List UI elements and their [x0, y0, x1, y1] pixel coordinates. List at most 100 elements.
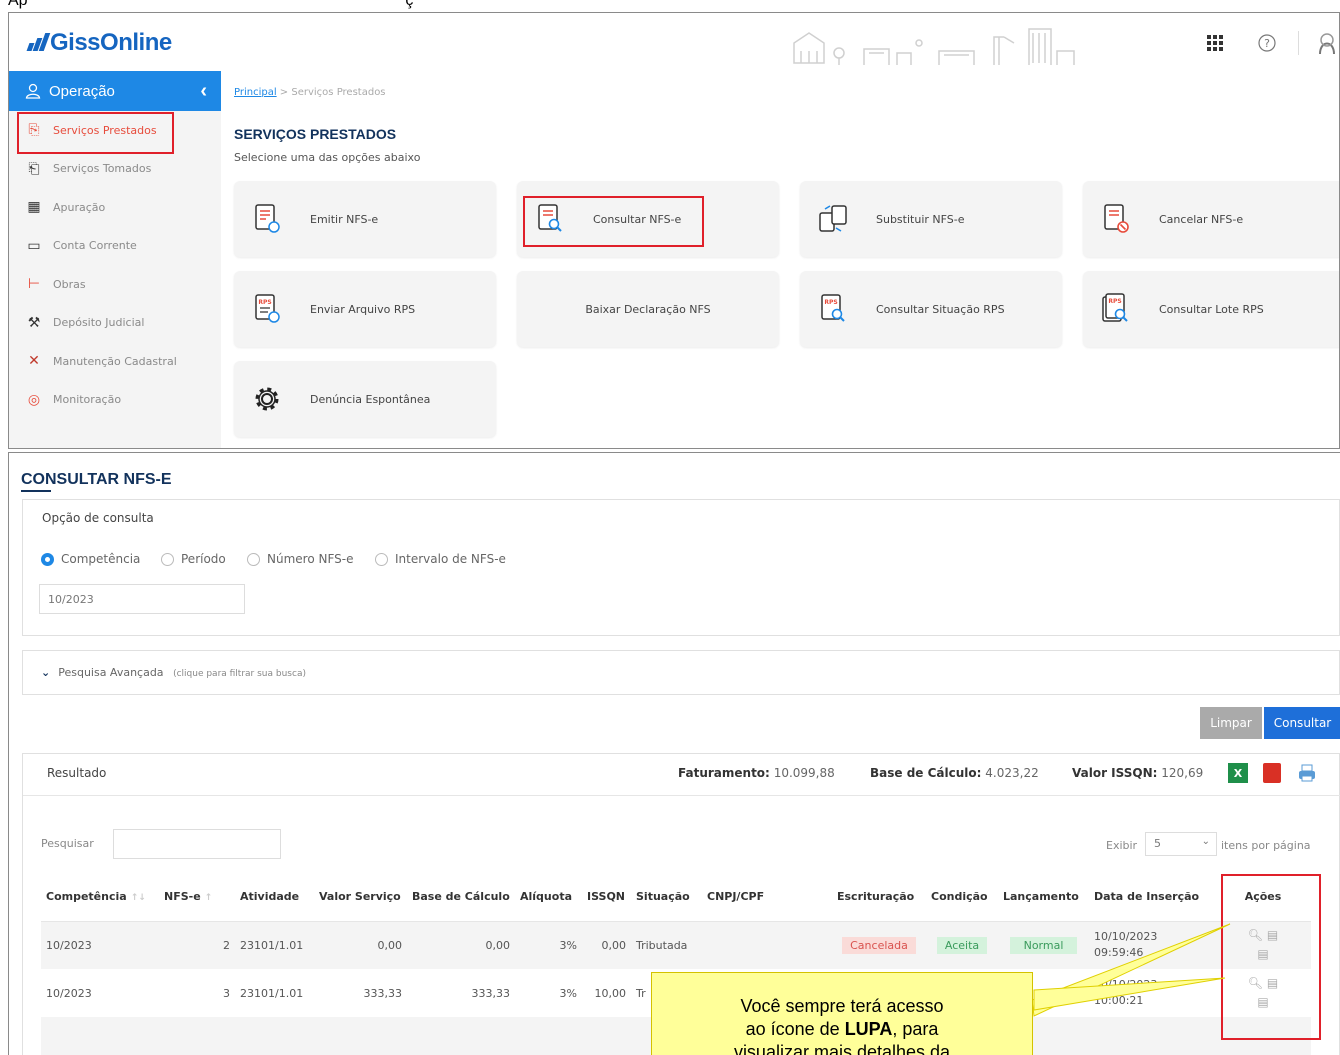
- radio-competencia[interactable]: Competência: [41, 552, 140, 566]
- competencia-input[interactable]: 10/2023: [39, 584, 245, 614]
- query-options-panel: [22, 499, 1340, 636]
- radio-periodo[interactable]: Período: [161, 552, 226, 566]
- valor-issqn-label: Valor ISSQN:: [1072, 766, 1158, 780]
- card-cancelar-nfse[interactable]: Cancelar NFS-e: [1083, 181, 1339, 257]
- col-cnpj-cpf[interactable]: CNPJ/CPF: [702, 873, 832, 922]
- crane-icon: ⊢: [27, 276, 41, 293]
- tip-callout: Você sempre terá acesso ao ícone de LUPA…: [651, 972, 1033, 1055]
- document-gear-icon: [250, 202, 284, 236]
- chevron-down-icon: ⌄: [1201, 836, 1210, 847]
- col-data-insercao[interactable]: Data de Inserção: [1089, 873, 1215, 922]
- help-icon[interactable]: ?: [1255, 31, 1279, 55]
- radio-numero-nfse[interactable]: Número NFS-e: [247, 552, 353, 566]
- document-swap-icon: [816, 202, 850, 236]
- svg-text:RPS: RPS: [258, 299, 271, 306]
- sidebar-section-operacao[interactable]: Operação ‹: [9, 71, 221, 111]
- col-base-calculo[interactable]: Base de Cálculo: [407, 873, 515, 922]
- sidebar-item-apuracao[interactable]: ▦ Apuração: [9, 188, 221, 227]
- card-enviar-arquivo-rps[interactable]: RPS Enviar Arquivo RPS: [234, 271, 496, 347]
- cell-valor: 0,00: [314, 921, 407, 969]
- per-page-select[interactable]: 5 ⌄: [1145, 832, 1217, 856]
- base-calculo-value: 4.023,22: [985, 766, 1039, 780]
- col-valor-servico[interactable]: Valor Serviço: [314, 873, 407, 922]
- col-nfse[interactable]: NFS-e ↑: [159, 873, 235, 922]
- sidebar-item-label: Manutenção Cadastral: [53, 354, 177, 368]
- card-denuncia-espontanea[interactable]: Denúncia Espontânea: [234, 361, 496, 437]
- cell-nfse: 3: [223, 986, 230, 1000]
- card-consultar-lote-rps[interactable]: RPS Consultar Lote RPS: [1083, 271, 1339, 347]
- cell-aliquota: 3%: [559, 986, 577, 1000]
- advanced-search-label: Pesquisa Avançada: [58, 666, 164, 679]
- advanced-search-toggle[interactable]: ⌄ Pesquisa Avançada (clique para filtrar …: [41, 666, 306, 679]
- rps-search-icon: RPS: [816, 292, 850, 326]
- col-situacao[interactable]: Situação: [631, 873, 702, 922]
- sidebar-item-servicos-tomados[interactable]: ⎗ Serviços Tomados: [9, 150, 221, 189]
- eye-icon: ◎: [27, 391, 41, 408]
- valor-issqn-value: 120,69: [1161, 766, 1204, 780]
- sidebar-item-deposito-judicial[interactable]: ⚒ Depósito Judicial: [9, 304, 221, 343]
- sidebar-item-label: Depósito Judicial: [53, 316, 145, 330]
- radio-intervalo-nfse[interactable]: Intervalo de NFS-e: [375, 552, 506, 566]
- col-lancamento[interactable]: Lançamento: [998, 873, 1089, 922]
- col-escrituracao[interactable]: Escrituração: [832, 873, 926, 922]
- query-option-label: Opção de consulta: [42, 511, 154, 525]
- services-screen: GissOnline ? Operação ‹ ⎘ Serviços Prest…: [8, 12, 1340, 449]
- document-cancel-icon: [1099, 202, 1133, 236]
- collapse-chevron-icon[interactable]: ‹: [200, 80, 207, 103]
- user-avatar-icon[interactable]: [1315, 31, 1339, 55]
- pdf-export-icon[interactable]: [1263, 763, 1281, 783]
- card-emitir-nfse[interactable]: Emitir NFS-e: [234, 181, 496, 257]
- radio-label: Período: [181, 552, 226, 566]
- radio-unselected-icon: [375, 552, 388, 566]
- search-button[interactable]: Consultar: [1264, 707, 1340, 739]
- card-substituir-nfse[interactable]: Substituir NFS-e: [800, 181, 1062, 257]
- brand-logo[interactable]: GissOnline: [26, 29, 172, 57]
- sidebar-item-obras[interactable]: ⊢ Obras: [9, 265, 221, 304]
- col-atividade[interactable]: Atividade: [235, 873, 314, 922]
- col-issqn[interactable]: ISSQN: [582, 873, 631, 922]
- highlight-box: [523, 196, 704, 247]
- brand-name: GissOnline: [50, 29, 172, 56]
- sidebar-item-label: Conta Corrente: [53, 239, 137, 253]
- tools-icon: ✕: [28, 353, 40, 370]
- cell-aliquota: 3%: [515, 921, 582, 969]
- sidebar-item-manutencao-cadastral[interactable]: ✕ Manutenção Cadastral: [9, 342, 221, 381]
- apps-grid-icon[interactable]: [1203, 31, 1227, 55]
- sidebar-item-conta-corrente[interactable]: ▭ Conta Corrente: [9, 227, 221, 266]
- cell-atividade: 23101/1.01: [235, 921, 314, 969]
- excel-export-icon[interactable]: X: [1228, 763, 1248, 783]
- page-subtitle: Selecione uma das opções abaixo: [234, 151, 421, 164]
- print-icon[interactable]: [1297, 763, 1317, 783]
- sidebar-item-label: Monitoração: [53, 393, 122, 407]
- chevron-down-icon: ⌄: [41, 666, 51, 679]
- sidebar-item-label: Obras: [53, 277, 86, 291]
- per-page-value: 5: [1154, 837, 1161, 850]
- card-label: Cancelar NFS-e: [1159, 212, 1244, 226]
- card-label: Baixar Declaração NFS: [585, 302, 711, 316]
- cell-atividade: 23101/1.01: [240, 986, 304, 1000]
- card-consultar-situacao-rps[interactable]: RPS Consultar Situação RPS: [800, 271, 1062, 347]
- cell-nfse: 2: [159, 921, 235, 969]
- col-competencia[interactable]: Competência ↑↓: [41, 873, 159, 922]
- radio-label: Número NFS-e: [267, 552, 354, 566]
- per-page-suffix: itens por página: [1221, 839, 1311, 852]
- faturamento-stat: Faturamento: 10.099,88: [678, 766, 835, 780]
- card-label: Emitir NFS-e: [310, 212, 379, 226]
- card-label: Consultar Situação RPS: [876, 302, 1005, 316]
- col-condicao[interactable]: Condição: [926, 873, 998, 922]
- sidebar-item-monitoracao[interactable]: ◎ Monitoração: [9, 381, 221, 420]
- faturamento-label: Faturamento:: [678, 766, 770, 780]
- svg-text:?: ?: [1264, 37, 1270, 50]
- col-aliquota[interactable]: Alíquota: [515, 873, 582, 922]
- sidebar-item-label: Apuração: [53, 200, 106, 214]
- rps-lot-search-icon: RPS: [1099, 292, 1133, 326]
- app-header: GissOnline ?: [9, 13, 1339, 71]
- callout-pointer: [1031, 923, 1231, 1017]
- clear-button[interactable]: Limpar: [1200, 707, 1262, 739]
- gear-icon: [250, 382, 284, 416]
- search-input[interactable]: [113, 829, 281, 859]
- base-calculo-stat: Base de Cálculo: 4.023,22: [870, 766, 1039, 780]
- cell-situacao: Tributada: [631, 921, 702, 969]
- breadcrumb-home-link[interactable]: Principal: [234, 87, 277, 98]
- card-baixar-declaracao-nfs[interactable]: Baixar Declaração NFS: [517, 271, 779, 347]
